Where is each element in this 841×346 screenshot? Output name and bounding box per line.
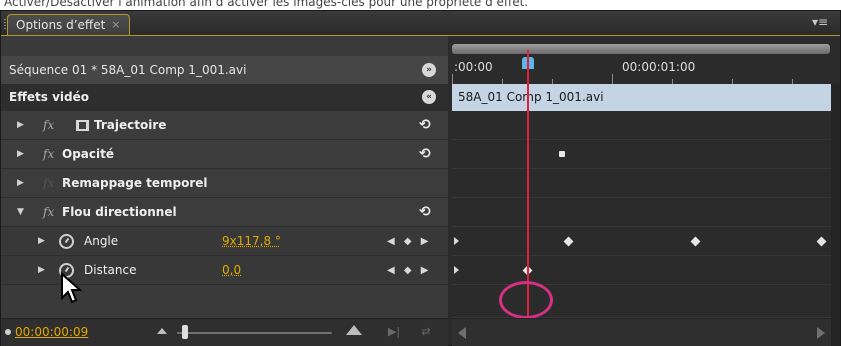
- expand-triangle-icon[interactable]: ▶: [17, 140, 24, 169]
- track-remappage: [452, 169, 831, 198]
- ruler-tick: [452, 74, 453, 84]
- effect-label: Trajectoire: [94, 118, 167, 132]
- property-label: Distance: [84, 263, 137, 277]
- fx-icon[interactable]: fx: [43, 140, 54, 169]
- collapse-section-button[interactable]: «: [422, 90, 436, 104]
- time-ruler[interactable]: :00:00 00:00:01:00: [452, 56, 840, 84]
- track-trajectoire: [452, 111, 831, 140]
- track-angle: [452, 227, 831, 256]
- effect-label: Opacité: [62, 147, 114, 161]
- reset-icon[interactable]: ⟲: [419, 198, 431, 227]
- reset-icon[interactable]: ⟲: [419, 111, 431, 140]
- keyframe-marker[interactable]: [563, 236, 574, 247]
- show-hide-timeline-button[interactable]: »: [422, 63, 436, 77]
- tab-grip-icon[interactable]: [4, 19, 6, 31]
- sequence-bar: Séquence 01 * 58A_01 Comp 1_001.avi »: [1, 56, 448, 84]
- fx-icon[interactable]: fx: [43, 111, 54, 140]
- zoom-out-icon[interactable]: [157, 328, 167, 334]
- mouse-cursor-icon: [61, 272, 82, 304]
- fx-icon[interactable]: fx: [43, 198, 54, 227]
- expand-triangle-icon[interactable]: ▶: [38, 256, 45, 285]
- timeline-scrollbar[interactable]: [452, 318, 831, 346]
- keyframe-marker[interactable]: [559, 151, 565, 157]
- tab-label: Options d’effet: [16, 18, 106, 32]
- effect-label: Remappage temporel: [62, 176, 208, 190]
- video-effects-header: Effets vidéo «: [1, 84, 448, 111]
- work-area-bar[interactable]: [452, 44, 830, 54]
- effect-row-flou[interactable]: ▼ fx Flou directionnel ⟲: [1, 198, 448, 227]
- left-footer: 00:00:00:09 ▶| ⇄: [1, 318, 448, 346]
- property-value[interactable]: 9x117,8 °: [222, 227, 281, 256]
- keyframe-navigator[interactable]: ◀ ◆ ▶: [387, 227, 431, 256]
- zoom-slider[interactable]: [177, 332, 332, 334]
- reset-icon[interactable]: ⟲: [419, 140, 431, 169]
- panel-tab-bar: Options d’effet × ▾≡: [1, 11, 840, 35]
- timecode-dot-icon: [5, 329, 11, 335]
- expand-triangle-icon[interactable]: ▶: [38, 227, 45, 256]
- property-value[interactable]: 0,0: [222, 256, 241, 285]
- effect-controls-panel: Options d’effet × ▾≡ Séquence 01 * 58A_0…: [0, 10, 841, 346]
- keyframe-start-marker[interactable]: [454, 266, 459, 274]
- panel-menu-icon[interactable]: ▾≡: [812, 15, 828, 29]
- play-audio-icon[interactable]: ▶|: [387, 325, 401, 339]
- caption-text: Activer/Désactiver l’animation afin d’ac…: [0, 0, 841, 10]
- expand-triangle-icon[interactable]: ▶: [17, 169, 24, 198]
- zoom-slider-thumb[interactable]: [182, 325, 188, 339]
- effect-row-remappage[interactable]: ▶ fx Remappage temporel: [1, 169, 448, 198]
- zoom-in-icon[interactable]: [346, 325, 362, 335]
- track-opacite: [452, 140, 831, 169]
- panel-content: Séquence 01 * 58A_01 Comp 1_001.avi » Ef…: [1, 35, 840, 346]
- effect-row-trajectoire[interactable]: ▶ fx Trajectoire ⟲: [1, 111, 448, 140]
- highlight-circle: [499, 281, 553, 319]
- keyframe-marker[interactable]: [816, 236, 827, 247]
- stopwatch-icon[interactable]: [59, 234, 74, 249]
- collapse-triangle-icon[interactable]: ▼: [17, 198, 24, 227]
- track-flou: [452, 198, 831, 227]
- close-icon[interactable]: ×: [111, 15, 120, 35]
- clip-label: 58A_01 Comp 1_001.avi: [458, 90, 604, 104]
- effect-label: Flou directionnel: [62, 205, 177, 219]
- property-label: Angle: [84, 234, 119, 248]
- vertical-scrollbar[interactable]: [831, 84, 840, 346]
- track-distance: [452, 256, 831, 285]
- ruler-mid-label: 00:00:01:00: [622, 60, 696, 74]
- ruler-start-label: :00:00: [454, 60, 493, 74]
- keyframe-navigator[interactable]: ◀ ◆ ▶: [387, 256, 431, 285]
- clip-bar: 58A_01 Comp 1_001.avi: [452, 84, 831, 111]
- effect-row-opacite[interactable]: ▶ fx Opacité ⟲: [1, 140, 448, 169]
- tab-effect-controls[interactable]: Options d’effet ×: [4, 14, 130, 35]
- scroll-left-icon[interactable]: [458, 327, 466, 339]
- loop-icon[interactable]: ⇄: [419, 325, 433, 339]
- property-row-angle[interactable]: ▶ Angle 9x117,8 ° ◀ ◆ ▶: [1, 227, 448, 256]
- expand-triangle-icon[interactable]: ▶: [17, 111, 24, 140]
- keyframe-marker[interactable]: [690, 236, 701, 247]
- section-label: Effets vidéo: [9, 90, 90, 104]
- fx-icon: fx: [43, 176, 55, 190]
- scroll-right-icon[interactable]: [817, 327, 825, 339]
- ruler-tick: [612, 74, 613, 84]
- motion-transform-icon[interactable]: [76, 120, 89, 131]
- current-timecode[interactable]: 00:00:00:09: [15, 325, 88, 339]
- keyframe-start-marker[interactable]: [454, 237, 459, 245]
- sequence-label: Séquence 01 * 58A_01 Comp 1_001.avi: [9, 63, 247, 77]
- timeline-pane: :00:00 00:00:01:00 58A_01 Comp 1_001.avi: [452, 36, 840, 346]
